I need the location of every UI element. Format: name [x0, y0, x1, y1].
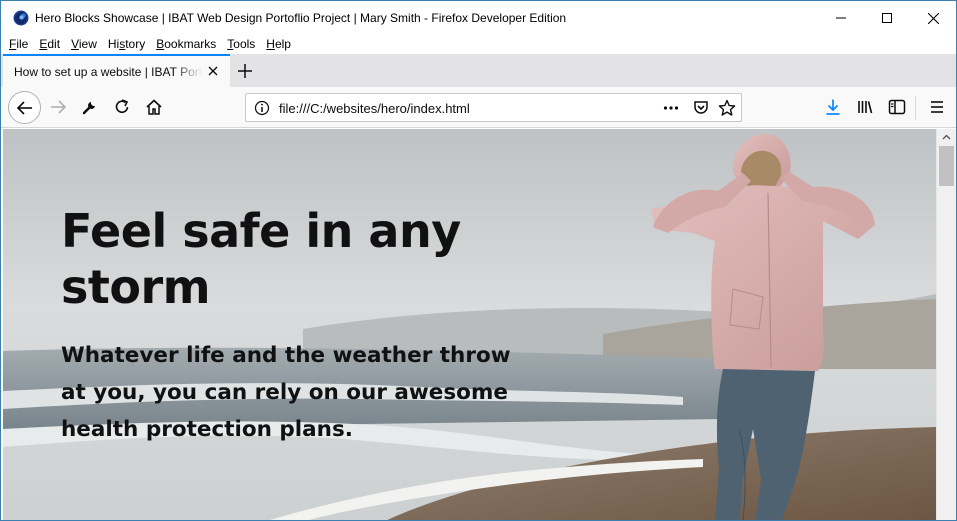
menu-accesskey: H: [266, 37, 275, 51]
arrow-right-icon: [51, 100, 67, 114]
menu-bar: File Edit View History Bookmarks Tools H…: [1, 35, 956, 54]
menu-help[interactable]: Help: [266, 35, 291, 54]
sidebar-button[interactable]: [883, 93, 911, 121]
reload-button[interactable]: [108, 93, 136, 121]
menu-history[interactable]: History: [108, 35, 145, 54]
back-button[interactable]: [8, 91, 41, 124]
hero-title: Feel safe in any storm: [61, 204, 461, 314]
url-bar[interactable]: file:///C:/websites/hero/index.html: [245, 93, 742, 122]
star-icon[interactable]: [718, 99, 736, 117]
nav-toolbar: file:///C:/websites/hero/index.html: [1, 87, 956, 128]
info-icon[interactable]: [254, 100, 270, 116]
menu-label: elp: [274, 37, 291, 51]
menu-view[interactable]: View: [71, 35, 97, 54]
library-icon: [858, 101, 873, 114]
title-bar: Hero Blocks Showcase | IBAT Web Design P…: [1, 1, 956, 35]
arrow-left-icon: [16, 100, 32, 115]
menu-tools[interactable]: Tools: [227, 35, 255, 54]
minimize-icon: [836, 17, 846, 19]
page-content: Feel safe in any storm Whatever life and…: [3, 129, 936, 520]
download-icon: [826, 99, 840, 115]
menu-label: Hi: [107, 37, 120, 51]
menu-label: tory: [125, 37, 146, 51]
chevron-up-icon: [942, 134, 951, 140]
sidebar-icon: [888, 99, 906, 115]
hero-background-image: [3, 129, 936, 520]
tab-active[interactable]: How to set up a website | IBAT Portfolio: [3, 54, 230, 87]
tab-strip: How to set up a website | IBAT Portfolio: [1, 54, 956, 87]
plus-icon: [238, 64, 252, 78]
forward-button[interactable]: [44, 93, 72, 121]
window-title: Hero Blocks Showcase | IBAT Web Design P…: [35, 11, 567, 25]
menu-label: ile: [16, 37, 29, 51]
scroll-up-button[interactable]: [937, 129, 956, 145]
menu-label: ookmarks: [164, 37, 217, 51]
pocket-icon[interactable]: [692, 99, 710, 117]
scrollbar-thumb[interactable]: [939, 146, 954, 186]
tools-button[interactable]: [76, 93, 104, 121]
maximize-icon: [882, 13, 892, 23]
menu-file[interactable]: File: [9, 35, 28, 54]
firefox-dev-icon: [13, 10, 29, 26]
new-tab-button[interactable]: [233, 59, 257, 83]
menu-label: dit: [47, 37, 61, 51]
url-input[interactable]: file:///C:/websites/hero/index.html: [279, 101, 470, 116]
home-icon: [146, 99, 162, 115]
vertical-scrollbar[interactable]: [936, 129, 956, 520]
menu-accesskey: V: [71, 37, 79, 51]
menu-bookmarks[interactable]: Bookmarks: [156, 35, 216, 54]
more-horizontal-icon[interactable]: [662, 99, 680, 117]
close-icon: [927, 12, 939, 24]
downloads-button[interactable]: [819, 93, 847, 121]
library-button[interactable]: [851, 93, 879, 121]
toolbar-separator: [915, 96, 916, 120]
hamburger-icon: [931, 101, 943, 113]
menu-edit[interactable]: Edit: [39, 35, 60, 54]
menu-label: ools: [233, 37, 256, 51]
hero-block: Feel safe in any storm Whatever life and…: [3, 129, 936, 520]
reload-icon: [115, 99, 129, 113]
tab-label: How to set up a website | IBAT Portfolio: [14, 65, 202, 79]
hero-subtitle: Whatever life and the weather throw at y…: [61, 343, 511, 442]
maximize-button[interactable]: [864, 1, 910, 35]
minimize-button[interactable]: [818, 1, 864, 35]
close-window-button[interactable]: [910, 1, 956, 35]
browser-window: Hero Blocks Showcase | IBAT Web Design P…: [0, 0, 957, 521]
wrench-icon: [82, 102, 95, 115]
home-button[interactable]: [140, 93, 168, 121]
tab-close-icon[interactable]: [206, 64, 220, 78]
menu-label: iew: [78, 37, 97, 51]
open-menu-button[interactable]: [923, 93, 951, 121]
